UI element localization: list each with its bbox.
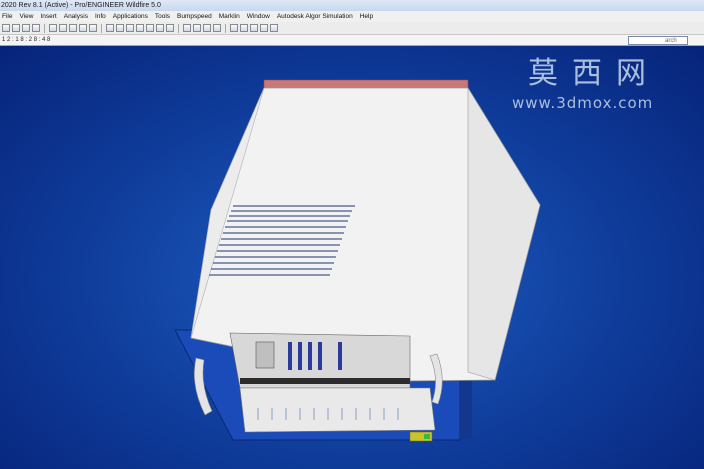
message-area: 1 2 : 1 8 : 2 8 : 4 8 — [0, 35, 704, 46]
menu-view[interactable]: View — [19, 11, 33, 22]
datum-axis-icon[interactable] — [193, 24, 201, 32]
lower-bay — [239, 387, 436, 433]
regenerate-icon[interactable] — [106, 24, 114, 32]
orient-icon[interactable] — [156, 24, 164, 32]
redo-icon[interactable] — [89, 24, 97, 32]
menu-algor-simulation[interactable]: Autodesk Algor Simulation — [277, 11, 353, 22]
graphics-viewport[interactable]: 莫西网 www.3dmox.com — [0, 46, 704, 469]
menu-file[interactable]: File — [2, 11, 12, 22]
zoom-out-icon[interactable] — [126, 24, 134, 32]
wireframe-icon[interactable] — [230, 24, 238, 32]
datum-plane-icon[interactable] — [183, 24, 191, 32]
shading-icon[interactable] — [260, 24, 268, 32]
save-icon[interactable] — [22, 24, 30, 32]
menu-analysis[interactable]: Analysis — [64, 11, 88, 22]
chassis-right-face — [467, 86, 541, 381]
menu-info[interactable]: Info — [95, 11, 106, 22]
toolbar-separator — [44, 23, 45, 33]
menu-tools[interactable]: Tools — [155, 11, 170, 22]
menu-window[interactable]: Window — [247, 11, 270, 22]
help-icon[interactable] — [270, 24, 278, 32]
no-hidden-icon[interactable] — [250, 24, 258, 32]
front-rail — [240, 378, 410, 384]
main-toolbar — [0, 22, 704, 35]
repaint-icon[interactable] — [146, 24, 154, 32]
new-icon[interactable] — [2, 24, 10, 32]
open-icon[interactable] — [12, 24, 20, 32]
watermark-url: www.3dmox.com — [512, 94, 654, 112]
menu-applications[interactable]: Applications — [113, 11, 148, 22]
coord-sys-icon[interactable] — [213, 24, 221, 32]
datum-point-icon[interactable] — [203, 24, 211, 32]
display-window — [255, 341, 275, 369]
zoom-in-icon[interactable] — [116, 24, 124, 32]
menu-marklin[interactable]: Marklin — [219, 11, 240, 22]
cut-icon[interactable] — [49, 24, 57, 32]
search-input[interactable]: arch — [628, 36, 688, 45]
menu-help[interactable]: Help — [360, 11, 373, 22]
toolbar-separator — [101, 23, 102, 33]
menu-insert[interactable]: Insert — [40, 11, 56, 22]
print-icon[interactable] — [32, 24, 40, 32]
watermark-chinese: 莫西网 — [528, 56, 660, 91]
copy-icon[interactable] — [59, 24, 67, 32]
status-indicator-led — [424, 434, 430, 439]
paste-icon[interactable] — [69, 24, 77, 32]
undo-icon[interactable] — [79, 24, 87, 32]
hidden-line-icon[interactable] — [240, 24, 248, 32]
refit-icon[interactable] — [136, 24, 144, 32]
toolbar-separator — [178, 23, 179, 33]
toolbar-separator — [225, 23, 226, 33]
spin-icon[interactable] — [166, 24, 174, 32]
top-strip — [263, 79, 469, 89]
menu-bar: File View Insert Analysis Info Applicati… — [0, 11, 704, 22]
window-title: 2020 Rev 8.1 (Active) - Pro/ENGINEER Wil… — [0, 0, 704, 11]
menu-bumpspeed[interactable]: Bumpspeed — [177, 11, 212, 22]
